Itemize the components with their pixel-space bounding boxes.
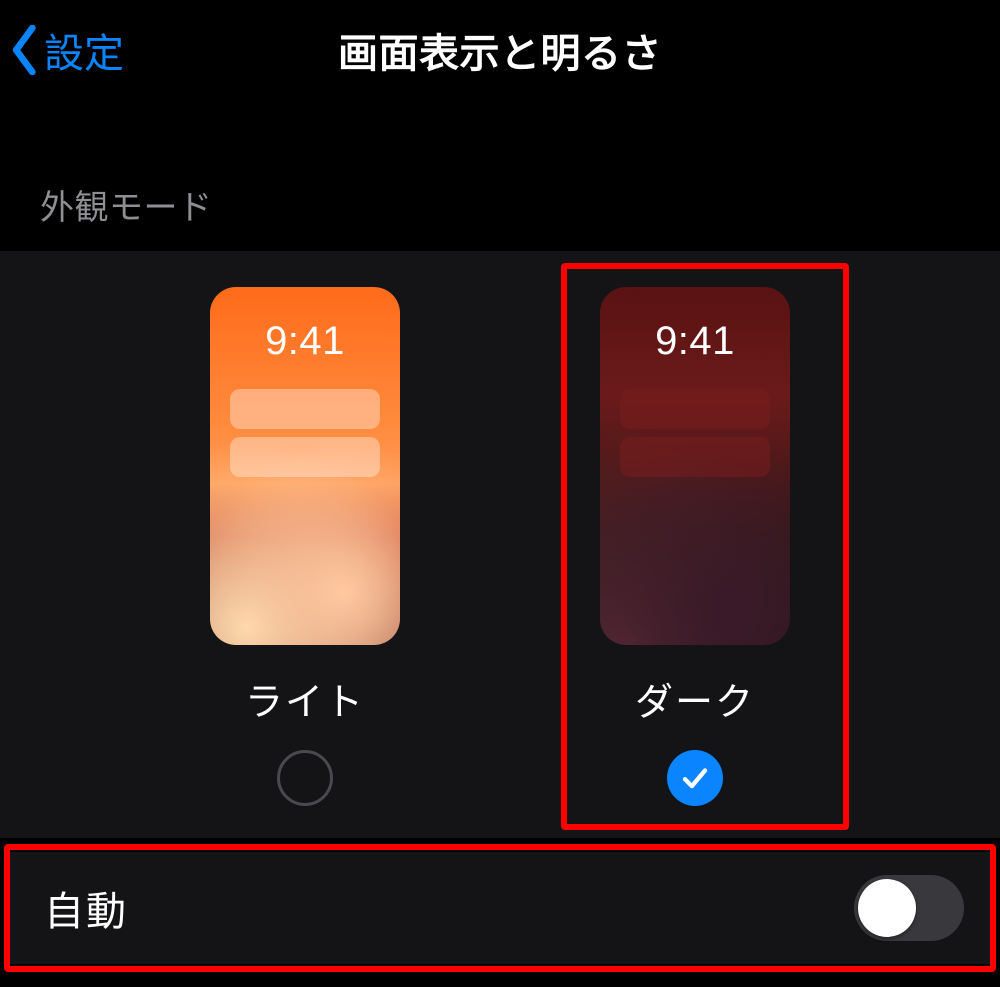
checkmark-icon <box>680 763 710 793</box>
preview-notification-placeholder <box>620 389 770 429</box>
light-label: ライト <box>245 671 365 726</box>
appearance-panel: 9:41 ライト 9:41 ダーク <box>0 251 1000 838</box>
chevron-left-icon <box>10 25 40 75</box>
preview-time: 9:41 <box>210 319 400 364</box>
preview-notification-placeholder <box>620 437 770 477</box>
auto-toggle[interactable] <box>854 875 964 941</box>
appearance-section-header: 外観モード <box>0 100 1000 251</box>
page-title: 画面表示と明るさ <box>338 21 662 79</box>
preview-notification-placeholder <box>230 437 380 477</box>
dark-label: ダーク <box>635 671 755 726</box>
preview-time: 9:41 <box>600 319 790 364</box>
display-brightness-settings: 設定 画面表示と明るさ 外観モード 9:41 ライト 9:41 ダーク <box>0 0 1000 987</box>
back-button[interactable]: 設定 <box>10 0 124 100</box>
dark-radio-checked[interactable] <box>667 750 723 806</box>
switch-knob <box>858 879 916 937</box>
auto-label: 自動 <box>44 879 128 937</box>
light-preview: 9:41 <box>210 287 400 645</box>
auto-row-wrapper: 自動 <box>8 852 992 964</box>
appearance-option-dark[interactable]: 9:41 ダーク <box>585 287 805 806</box>
back-label: 設定 <box>44 21 124 79</box>
preview-notification-placeholder <box>230 389 380 429</box>
auto-row: 自動 <box>8 852 992 964</box>
dark-preview: 9:41 <box>600 287 790 645</box>
light-radio-unchecked[interactable] <box>277 750 333 806</box>
nav-bar: 設定 画面表示と明るさ <box>0 0 1000 100</box>
appearance-option-light[interactable]: 9:41 ライト <box>195 287 415 806</box>
